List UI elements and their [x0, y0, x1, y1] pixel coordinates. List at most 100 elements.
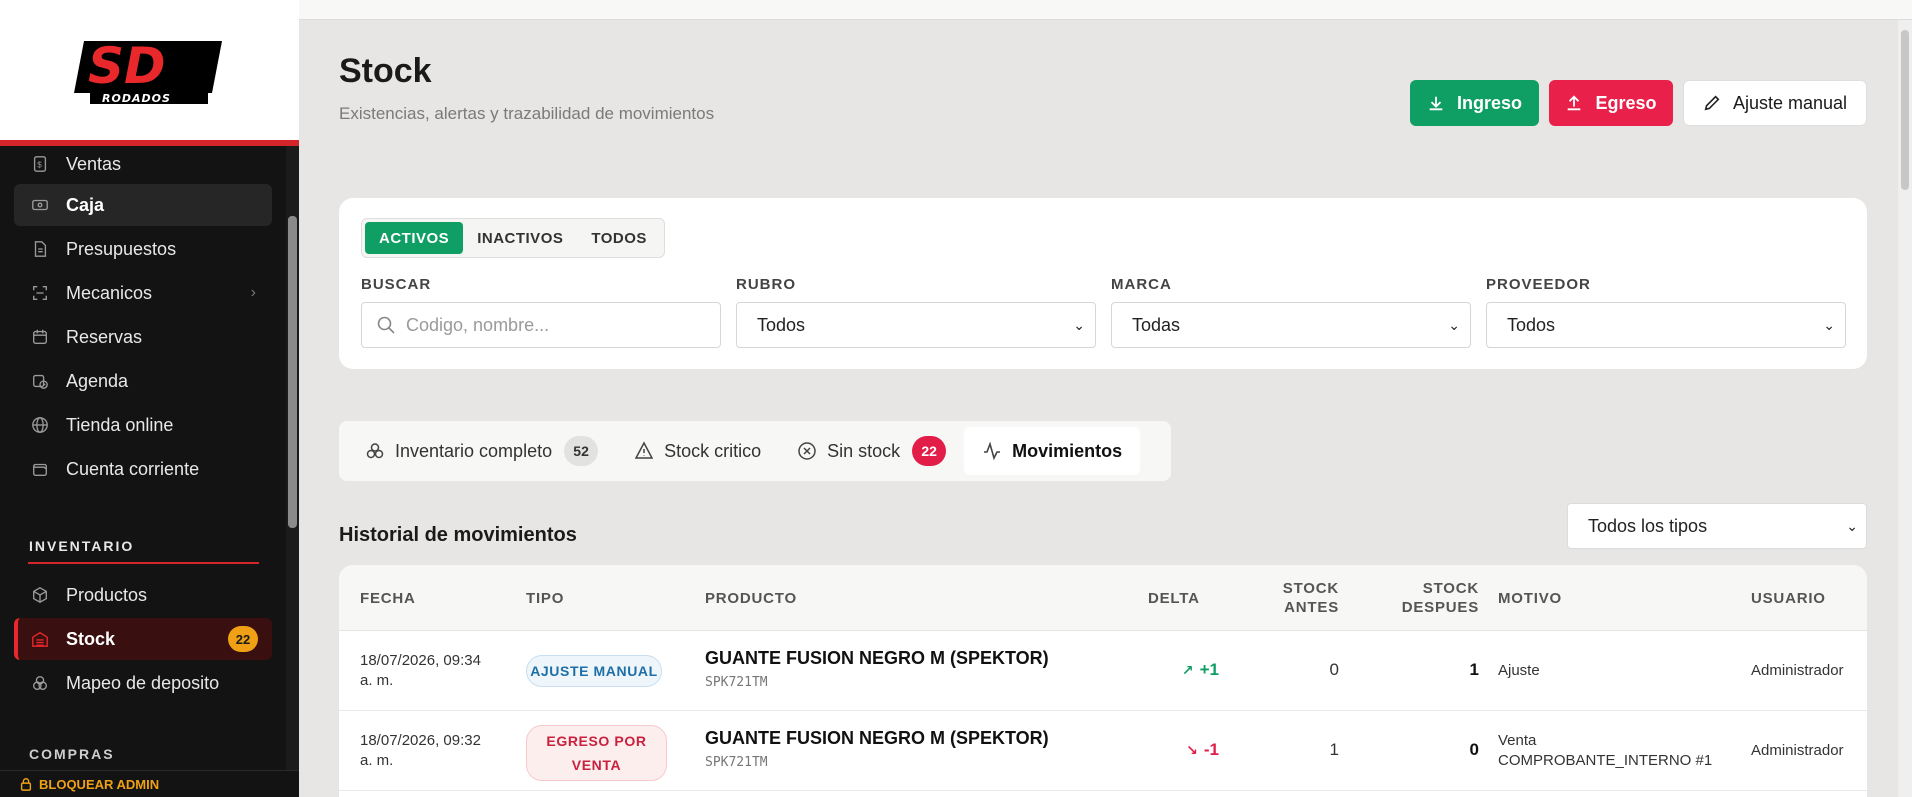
col-stock-despues-line2: DESPUES: [1401, 599, 1479, 616]
sidebar-item-productos[interactable]: Productos: [14, 574, 272, 616]
col-fecha: FECHA: [360, 590, 416, 607]
section-title-inventario: INVENTARIO: [29, 538, 135, 554]
marca-select[interactable]: Todas ⌄: [1111, 302, 1471, 348]
sidebar-item-agenda[interactable]: Agenda: [14, 360, 272, 402]
page-scrollbar-thumb[interactable]: [1901, 30, 1909, 190]
sidebar: SD RODADOS $ Ventas Caja Presupuestos Me…: [0, 0, 299, 797]
sidebar-item-reservas[interactable]: Reservas: [14, 316, 272, 358]
row-fecha: 18/07/2026, 09:32 a. m.: [360, 731, 481, 771]
layers-icon: [30, 673, 50, 693]
sidebar-item-stock[interactable]: Stock 22: [14, 618, 272, 660]
sidebar-item-label: Agenda: [66, 370, 129, 391]
col-producto: PRODUCTO: [705, 590, 797, 607]
activity-icon: [984, 441, 1001, 461]
sidebar-nav: $ Ventas Caja Presupuestos Mecanicos › R…: [0, 146, 286, 706]
marca-label: MARCA: [1111, 276, 1172, 293]
warehouse-icon: [30, 629, 50, 649]
sidebar-item-mecanicos[interactable]: Mecanicos ›: [14, 272, 272, 314]
row-delta-value: -1: [1203, 740, 1219, 759]
row-stock-antes: 0: [1329, 660, 1339, 679]
row-usuario: Administrador: [1751, 742, 1844, 759]
sidebar-item-label: Presupuestos: [66, 238, 177, 259]
warning-icon: [634, 441, 654, 459]
row-delta: ↗ +1: [1149, 660, 1219, 680]
proveedor-select[interactable]: Todos ⌄: [1486, 302, 1846, 348]
table-row[interactable]: 18/07/2026, 09:32 a. m. EGRESO POR VENTA…: [339, 711, 1867, 791]
lock-admin-label: BLOQUEAR ADMIN: [39, 776, 160, 792]
row-sku: SPK721TM: [705, 755, 768, 770]
arrow-up-right-icon: ↗: [1181, 662, 1194, 678]
row-delta-value: +1: [1199, 660, 1219, 679]
boxes-icon: [366, 443, 384, 459]
document-icon: [30, 239, 50, 259]
sidebar-item-presupuestos[interactable]: Presupuestos: [14, 228, 272, 270]
sidebar-item-tienda-online[interactable]: Tienda online: [14, 404, 272, 446]
chevron-down-icon: ⌄: [1448, 316, 1460, 333]
col-tipo: TIPO: [526, 590, 565, 607]
row-delta: ↘ -1: [1149, 740, 1219, 760]
type-badge-ajuste: AJUSTE MANUAL: [526, 655, 662, 687]
rubro-select[interactable]: Todos ⌄: [736, 302, 1096, 348]
movements-table: FECHA TIPO PRODUCTO DELTA STOCK ANTES ST…: [339, 565, 1867, 797]
search-icon: [377, 316, 395, 334]
sidebar-item-ventas[interactable]: $ Ventas: [14, 146, 272, 182]
sidebar-item-label: Caja: [66, 194, 105, 215]
status-tab-inactivos[interactable]: INACTIVOS: [463, 222, 577, 254]
row-fecha-line1: 18/07/2026, 09:34: [360, 652, 481, 669]
brand-logo[interactable]: SD RODADOS: [0, 0, 299, 146]
row-fecha-line2: a. m.: [360, 752, 394, 769]
status-segmented-control: ACTIVOS INACTIVOS TODOS: [361, 218, 665, 258]
egreso-button[interactable]: Egreso: [1549, 80, 1673, 126]
sidebar-item-caja[interactable]: Caja: [14, 184, 272, 226]
tab-sin-stock[interactable]: Sin stock 22: [779, 427, 964, 475]
col-stock-antes-line2: ANTES: [1284, 599, 1339, 616]
tab-movimientos[interactable]: Movimientos: [964, 427, 1141, 475]
status-tab-todos[interactable]: TODOS: [577, 222, 661, 254]
section-divider: [28, 562, 259, 564]
row-producto: GUANTE FUSION NEGRO M (SPEKTOR): [705, 728, 1049, 748]
arrow-down-right-icon: ↘: [1186, 742, 1198, 758]
chevron-right-icon[interactable]: ›: [251, 284, 256, 302]
row-motivo-line2: COMPROBANTE_INTERNO #1: [1498, 752, 1713, 769]
pencil-icon: [1704, 95, 1720, 111]
sidebar-item-label: Mapeo de deposito: [66, 672, 220, 693]
proveedor-label: PROVEEDOR: [1486, 276, 1591, 293]
movement-type-select[interactable]: Todos los tipos ⌄: [1567, 503, 1867, 549]
proveedor-value: Todos: [1507, 314, 1556, 335]
sidebar-item-cuenta-corriente[interactable]: Cuenta corriente: [14, 448, 272, 490]
sidebar-item-label: Tienda online: [66, 414, 174, 435]
sidebar-item-label: Productos: [66, 584, 148, 605]
tab-stock-critico[interactable]: Stock critico: [616, 427, 779, 475]
tab-label: Stock critico: [664, 440, 762, 461]
ingreso-button-label: Ingreso: [1456, 92, 1522, 113]
sd-rodados-logo: SD RODADOS: [73, 37, 222, 105]
rubro-label: RUBRO: [736, 276, 796, 293]
ingreso-button[interactable]: Ingreso: [1410, 80, 1539, 126]
sidebar-scrollbar-thumb[interactable]: [288, 216, 297, 528]
table-row[interactable]: 18/07/2026, 09:34 a. m. AJUSTE MANUAL GU…: [339, 631, 1867, 711]
lock-admin-button[interactable]: BLOQUEAR ADMIN: [0, 770, 299, 797]
stock-view-tabs: Inventario completo 52 Stock critico Sin…: [339, 421, 1171, 481]
sidebar-item-mapeo-deposito[interactable]: Mapeo de deposito: [14, 662, 272, 704]
chevron-down-icon: ⌄: [1846, 517, 1858, 534]
row-motivo: Venta COMPROBANTE_INTERNO #1: [1498, 731, 1712, 771]
tab-inventario-completo[interactable]: Inventario completo 52: [347, 427, 616, 475]
search-input[interactable]: Codigo, nombre...: [361, 302, 721, 348]
table-header: FECHA TIPO PRODUCTO DELTA STOCK ANTES ST…: [339, 565, 1867, 631]
logo-subtext: RODADOS: [102, 92, 171, 105]
logo-s-letter: SD: [88, 37, 166, 95]
cash-icon: [30, 195, 50, 215]
x-circle-icon: [798, 442, 816, 460]
tab-label: Inventario completo: [395, 440, 553, 461]
row-fecha-line1: 18/07/2026, 09:32: [360, 732, 481, 749]
col-stock-antes-line1: STOCK: [1282, 580, 1339, 597]
row-stock-despues: 1: [1469, 660, 1479, 679]
status-tab-activos[interactable]: ACTIVOS: [365, 222, 464, 254]
type-badge-line2: VENTA: [571, 757, 622, 773]
marca-value: Todas: [1132, 314, 1181, 335]
ajuste-manual-button[interactable]: Ajuste manual: [1683, 80, 1867, 126]
sidebar-item-label: Cuenta corriente: [66, 458, 200, 479]
row-usuario: Administrador: [1751, 662, 1844, 679]
movement-type-value: Todos los tipos: [1588, 515, 1708, 536]
col-stock-antes: STOCK ANTES: [1269, 579, 1339, 617]
